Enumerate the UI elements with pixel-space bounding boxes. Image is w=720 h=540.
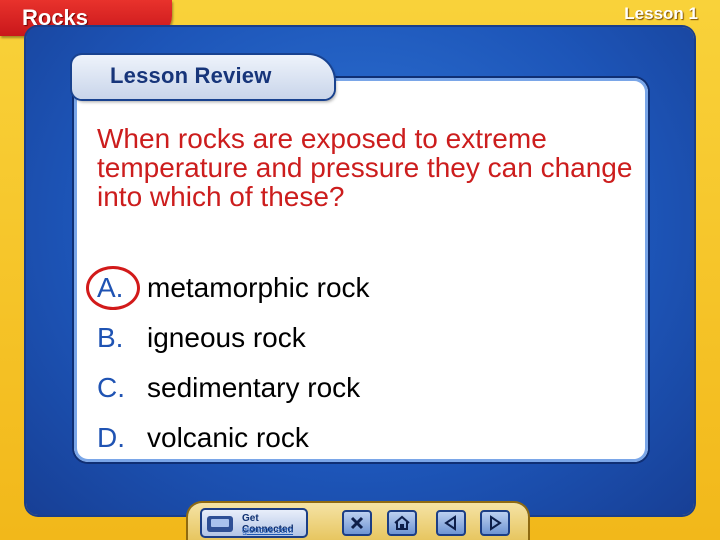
answer-text: sedimentary rock xyxy=(147,372,361,403)
answer-a[interactable]: A. metamorphic rock xyxy=(86,266,370,320)
answer-b[interactable]: B. igneous rock xyxy=(97,320,370,370)
next-button[interactable] xyxy=(480,510,510,536)
selected-ring-icon xyxy=(86,266,140,310)
answer-c[interactable]: C. sedimentary rock xyxy=(97,370,370,420)
panel-title: Lesson Review xyxy=(110,63,272,88)
lesson-review-tab: Lesson Review xyxy=(72,55,334,99)
question-text: When rocks are exposed to extreme temper… xyxy=(97,123,633,212)
answer-letter: D. xyxy=(97,422,125,453)
close-icon xyxy=(350,516,364,530)
lesson-label: Lesson 1 xyxy=(624,4,698,23)
home-icon xyxy=(394,515,410,530)
answer-list: A. metamorphic rock B. igneous rock C. sedi… xyxy=(86,266,370,470)
next-icon xyxy=(490,515,502,531)
get-connected-link[interactable]: glencoe.com xyxy=(242,525,293,535)
navigation-bar: Get Connected glencoe.com xyxy=(188,503,528,540)
answer-text: volcanic rock xyxy=(147,422,309,453)
answer-letter: C. xyxy=(97,372,125,403)
answer-d[interactable]: D. volcanic rock xyxy=(97,420,370,470)
answer-letter: B. xyxy=(97,322,124,353)
close-button[interactable] xyxy=(342,510,372,536)
previous-button[interactable] xyxy=(436,510,466,536)
home-button[interactable] xyxy=(387,510,417,536)
get-connected-button[interactable]: Get Connected glencoe.com xyxy=(200,508,308,538)
answer-text: igneous rock xyxy=(147,322,306,353)
answer-text: metamorphic rock xyxy=(147,272,370,303)
computer-icon xyxy=(207,516,233,532)
previous-icon xyxy=(444,515,456,531)
